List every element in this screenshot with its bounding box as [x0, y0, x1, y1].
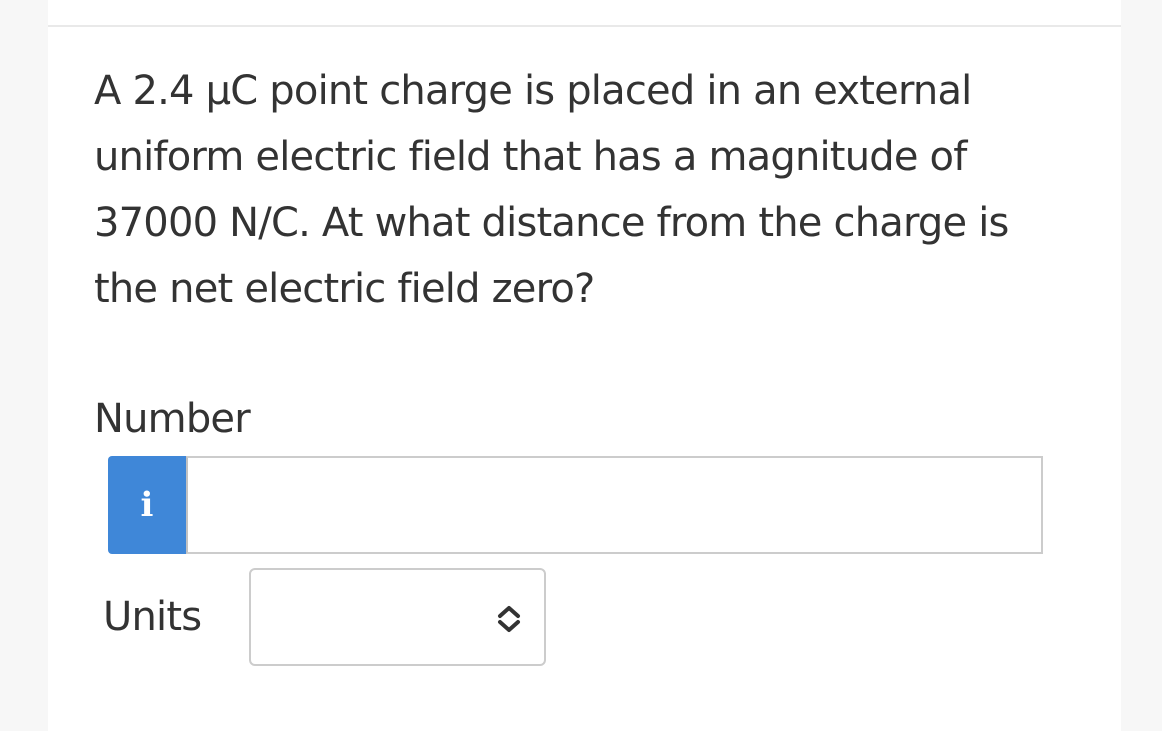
number-label: Number [94, 396, 251, 442]
info-button[interactable]: i [108, 456, 186, 554]
info-icon: i [140, 485, 154, 525]
chevron-up-down-icon [498, 606, 520, 632]
question-text: A 2.4 μC point charge is placed in an ex… [94, 68, 1009, 312]
number-input[interactable] [186, 456, 1043, 554]
units-label: Units [103, 594, 202, 640]
top-divider [48, 25, 1121, 27]
units-select[interactable] [249, 568, 546, 666]
